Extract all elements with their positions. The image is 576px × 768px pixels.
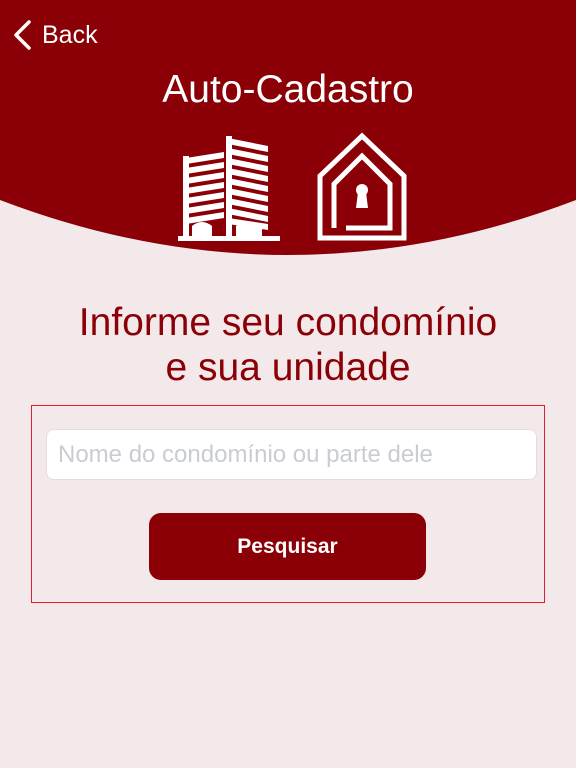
back-button[interactable]: Back: [10, 14, 98, 56]
back-label: Back: [42, 20, 98, 49]
instruction-line-1: Informe seu condomínio: [78, 301, 498, 344]
search-button[interactable]: Pesquisar: [149, 513, 426, 580]
instruction-heading: Informe seu condomínio e sua unidade: [0, 300, 576, 390]
instruction-line-2: e sua unidade: [165, 346, 411, 389]
page-title: Auto-Cadastro: [162, 68, 414, 111]
condominium-search-input[interactable]: [46, 429, 537, 480]
chevron-left-icon: [14, 20, 31, 50]
